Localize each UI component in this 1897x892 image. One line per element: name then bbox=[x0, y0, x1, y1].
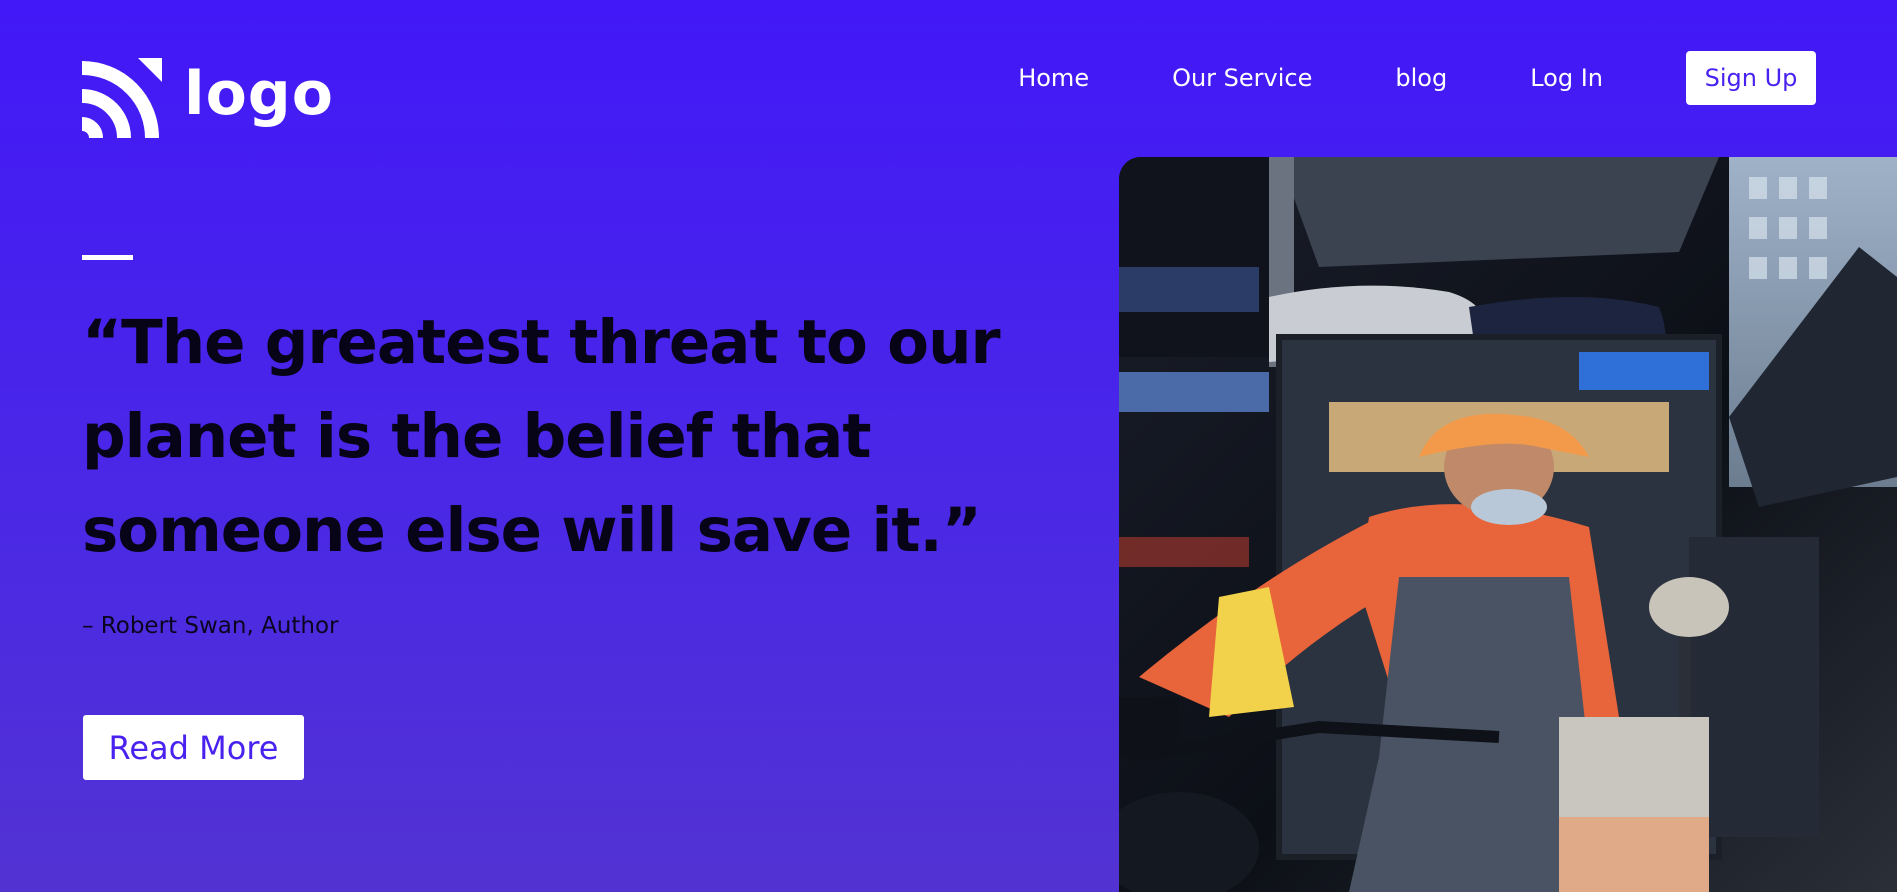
main-nav: Home Our Service blog Log In Sign Up bbox=[1018, 51, 1816, 105]
nav-our-service-link[interactable]: Our Service bbox=[1172, 51, 1312, 105]
hero-photo bbox=[1119, 157, 1897, 892]
nav-blog-link[interactable]: blog bbox=[1395, 51, 1447, 105]
sign-up-button[interactable]: Sign Up bbox=[1686, 51, 1816, 105]
street-worker-illustration bbox=[1119, 157, 1897, 892]
quote-author: – Robert Swan, Author bbox=[82, 613, 339, 639]
logo[interactable]: logo bbox=[82, 58, 334, 138]
accent-dash bbox=[82, 255, 133, 260]
nav-home-link[interactable]: Home bbox=[1018, 51, 1089, 105]
quote-line-1: “The greatest threat to our bbox=[82, 307, 1001, 378]
quote-line-3: someone else will save it.” bbox=[82, 495, 982, 566]
logo-arcs-icon bbox=[82, 58, 162, 138]
hero-quote: “The greatest threat to our planet is th… bbox=[82, 296, 1001, 578]
read-more-button[interactable]: Read More bbox=[83, 715, 304, 780]
logo-text: logo bbox=[184, 59, 334, 129]
nav-log-in-link[interactable]: Log In bbox=[1530, 51, 1603, 105]
quote-line-2: planet is the belief that bbox=[82, 401, 872, 472]
